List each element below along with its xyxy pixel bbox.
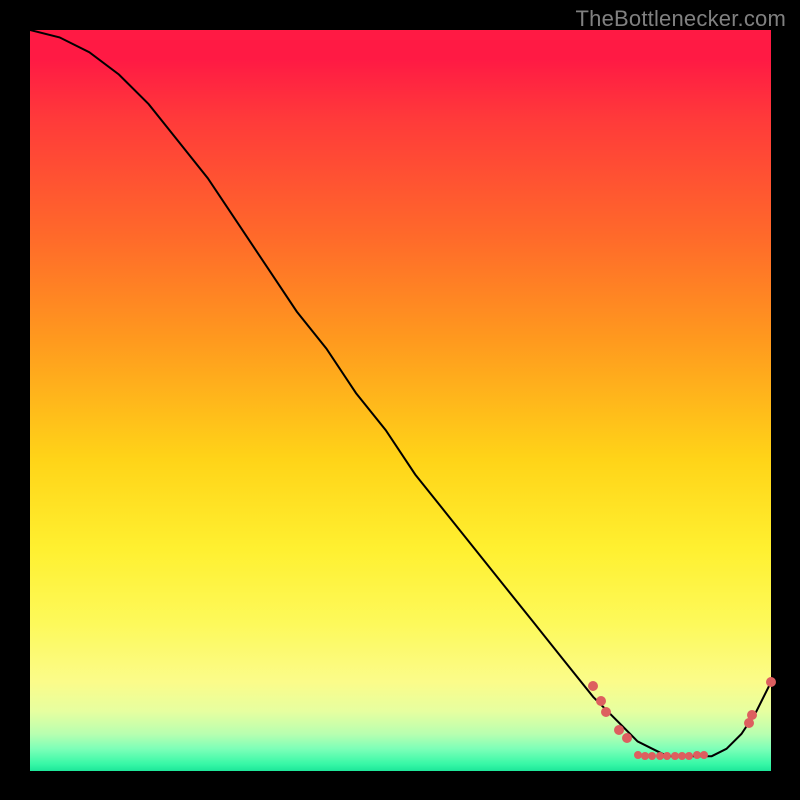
data-marker: [747, 710, 757, 720]
data-marker: [678, 752, 686, 760]
data-marker: [693, 751, 701, 759]
data-marker: [663, 752, 671, 760]
data-marker: [744, 718, 754, 728]
data-marker: [656, 752, 664, 760]
data-marker: [700, 751, 708, 759]
data-marker: [622, 733, 632, 743]
data-marker: [588, 681, 598, 691]
chart-stage: TheBottlenecker.com: [0, 0, 800, 800]
data-marker: [766, 677, 776, 687]
plot-area: [30, 30, 771, 771]
bottleneck-curve: [30, 30, 771, 756]
data-marker: [596, 696, 606, 706]
watermark-text: TheBottlenecker.com: [576, 6, 786, 32]
marker-layer: [30, 30, 771, 771]
data-marker: [671, 752, 679, 760]
data-marker: [601, 707, 611, 717]
data-marker: [634, 751, 642, 759]
curve-layer: [30, 30, 771, 771]
data-marker: [641, 752, 649, 760]
data-marker: [614, 725, 624, 735]
data-marker: [685, 752, 693, 760]
data-marker: [648, 752, 656, 760]
